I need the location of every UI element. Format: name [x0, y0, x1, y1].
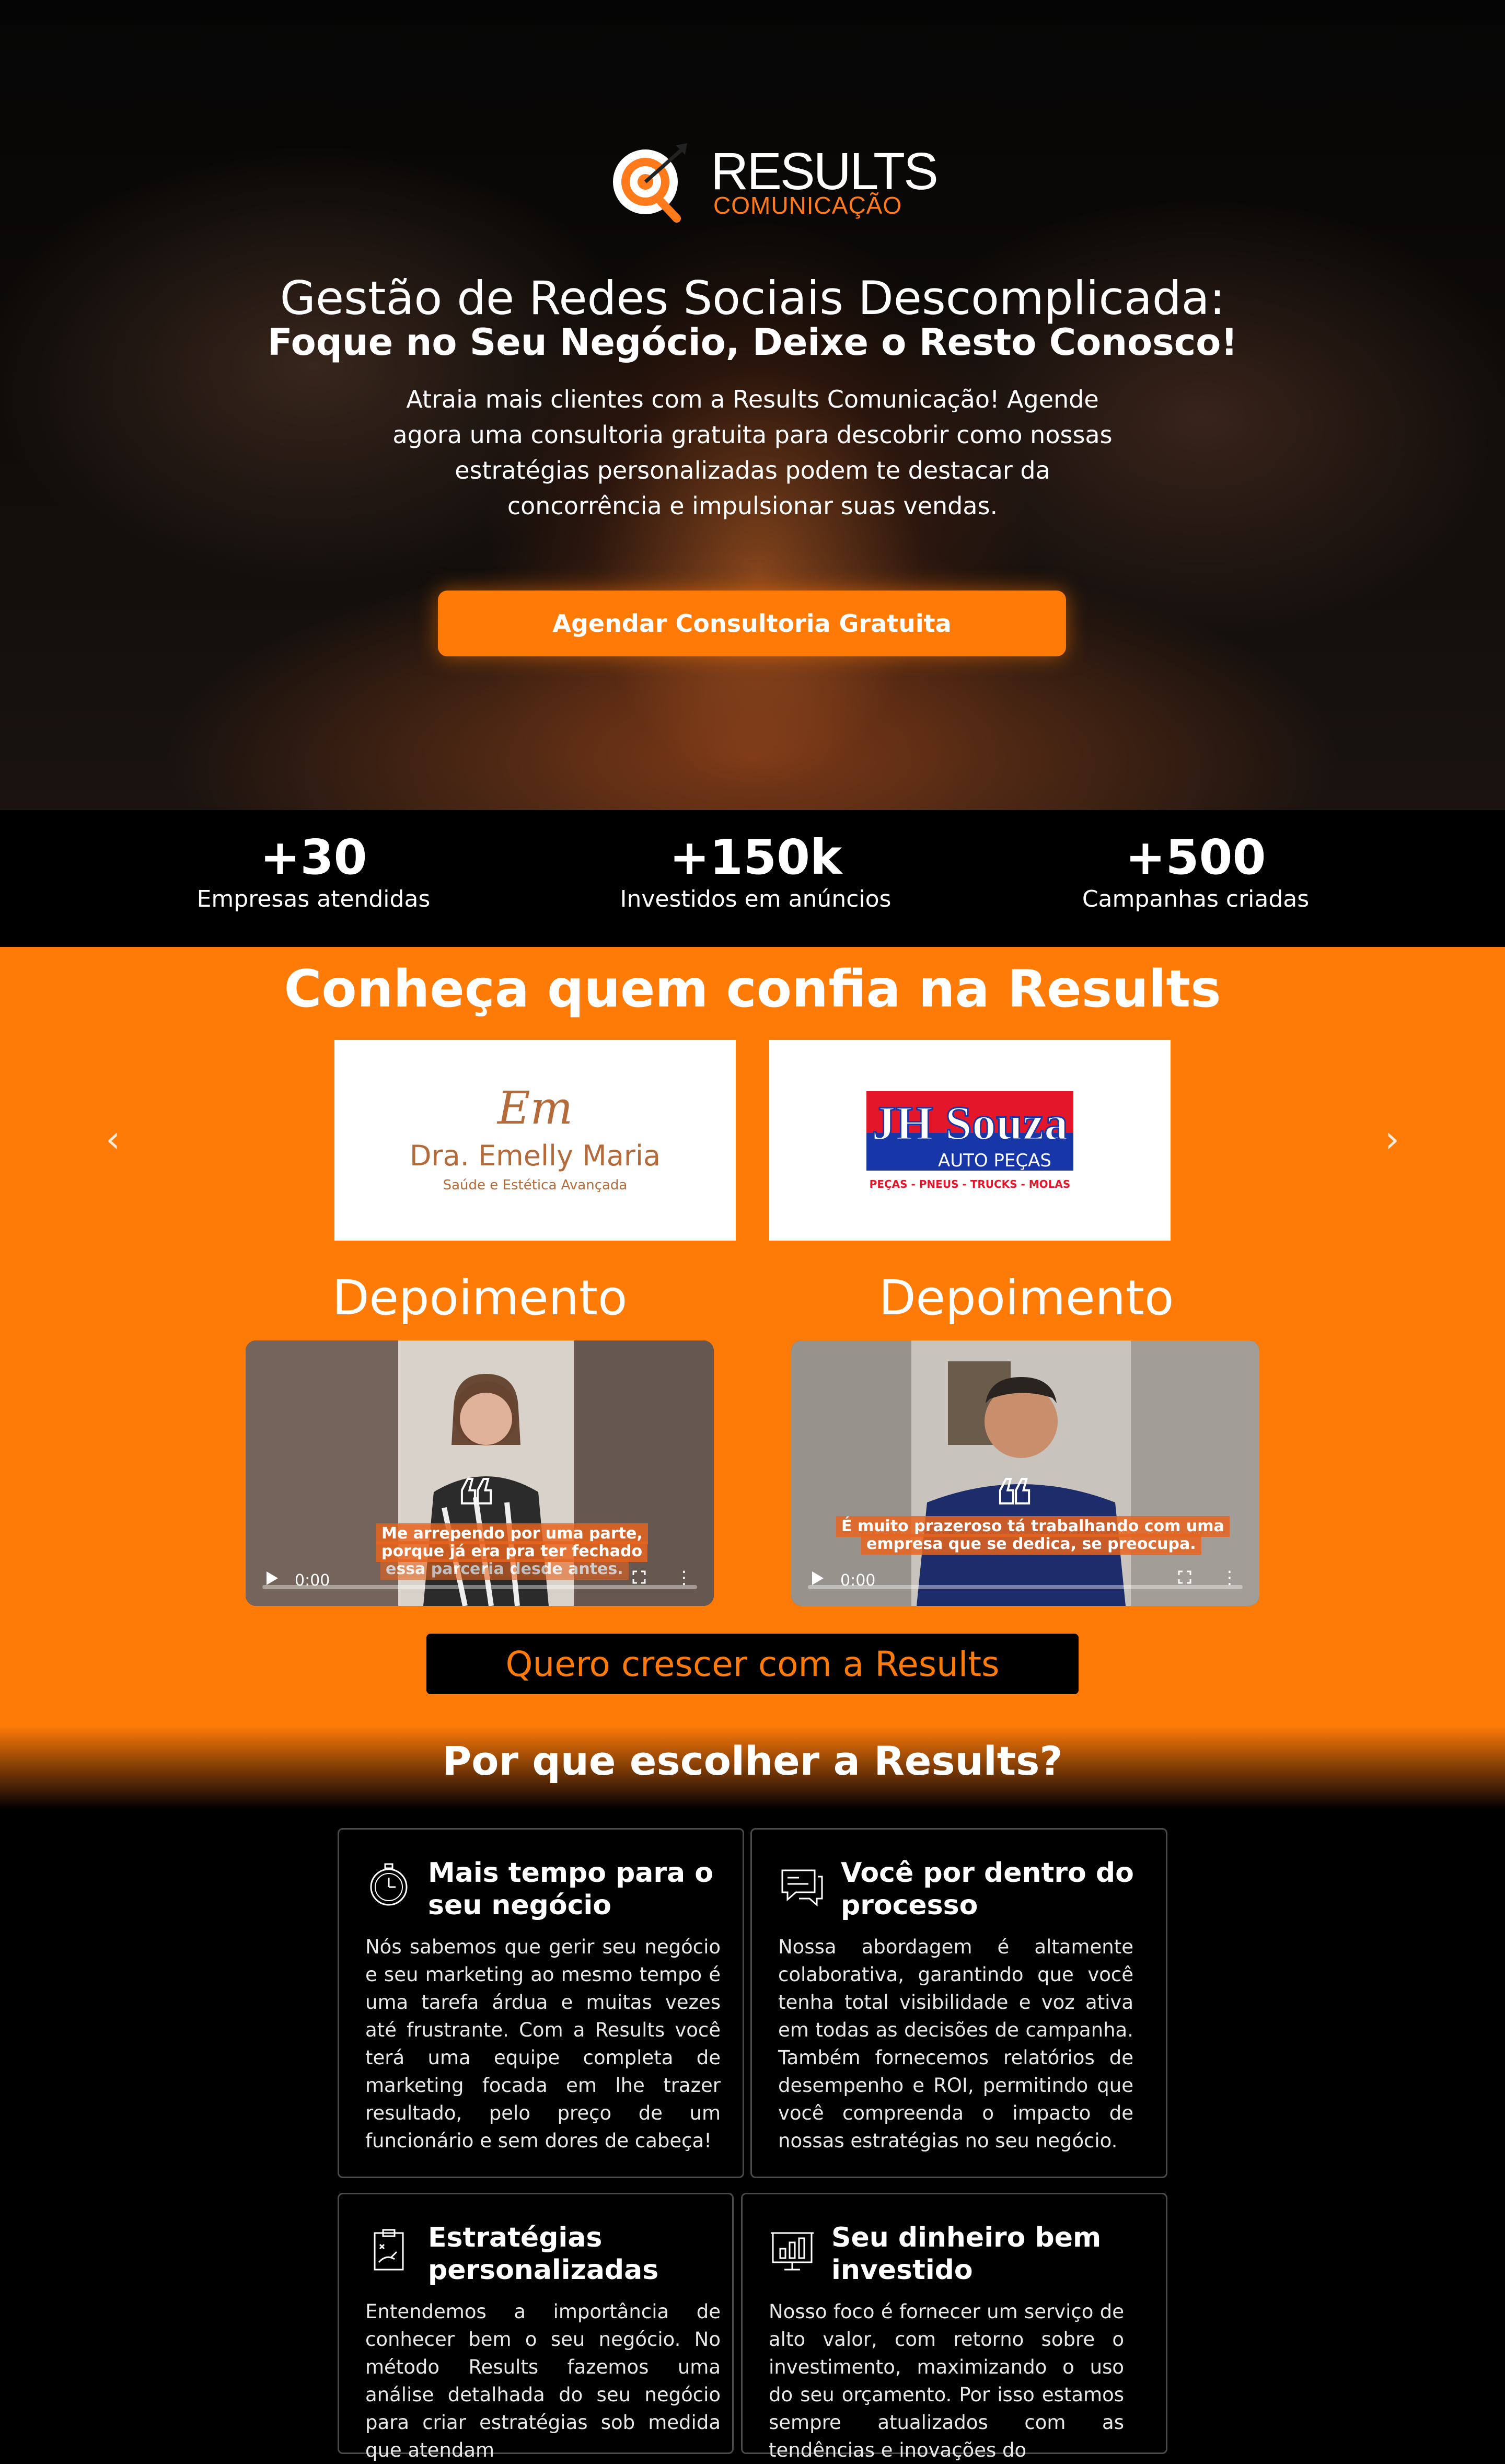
testimonial-video-1[interactable]: ❝ Me arrependo por uma parte, porque já … [246, 1340, 714, 1606]
logo-wordmark: RESULTS [711, 142, 939, 201]
stat-label: Campanhas criadas [1082, 886, 1310, 913]
feature-card-investment: Seu dinheiro bem investido Nosso foco é … [741, 2193, 1167, 2461]
stat-label: Empresas atendidas [196, 886, 431, 913]
fullscreen-icon[interactable] [632, 1570, 646, 1584]
feature-text: Nosso foco é fornecer um serviço de alto… [769, 2300, 1124, 2461]
schedule-consultation-button[interactable]: Agendar Consultoria Gratuita [438, 591, 1066, 656]
target-logo-icon [613, 143, 687, 223]
video-caption-line: empresa que se dedica, se preocupa. [861, 1534, 1201, 1555]
emelly-tagline: Saúde e Estética Avançada [443, 1177, 628, 1193]
feature-text: Nossa abordagem é altamente colaborativa… [778, 1936, 1133, 2152]
feature-card-strategies: Estratégias personalizadas Entendemos a … [338, 2193, 734, 2461]
stat-label: Investidos em anúncios [620, 886, 892, 913]
hero-title: Gestão de Redes Sociais Descomplicada: [280, 271, 1225, 325]
quote-icon: ❝ [455, 1465, 496, 1550]
client-logo-emelly: Em Dra. Emelly Maria Saúde e Estética Av… [334, 1040, 736, 1241]
logo-subtitle: COMUNICAÇÃO [713, 192, 902, 219]
quote-icon: ❝ [993, 1465, 1034, 1550]
feature-title: Você por dentro do processo [841, 1857, 1134, 1921]
grow-with-results-button[interactable]: Quero crescer com a Results [426, 1634, 1079, 1694]
stat-value: +150k [669, 829, 842, 885]
feature-title: Estratégias personalizadas [428, 2222, 659, 2286]
clipboard-strategy-icon [374, 2229, 404, 2271]
testimonial-title: Depoimento [878, 1270, 1174, 1326]
jhsouza-sub: AUTO PEÇAS [938, 1150, 1051, 1171]
jhsouza-logo-graphic: JH Souza AUTO PEÇAS PEÇAS - PNEUS - TRUC… [866, 1091, 1073, 1190]
video-controls: 0:00 ⋮ [791, 1559, 1259, 1606]
emelly-logo-graphic: Em Dra. Emelly Maria Saúde e Estética Av… [410, 1082, 661, 1193]
feature-title: Seu dinheiro bem investido [831, 2222, 1102, 2286]
video-progress-bar[interactable] [808, 1585, 1243, 1589]
emelly-monogram: Em [496, 1082, 573, 1135]
jhsouza-tagline: PEÇAS - PNEUS - TRUCKS - MOLAS [870, 1178, 1071, 1190]
emelly-name: Dra. Emelly Maria [410, 1139, 661, 1172]
testimonial-title: Depoimento [332, 1270, 628, 1326]
chevron-right-icon[interactable]: › [1376, 1121, 1408, 1158]
video-progress-bar[interactable] [262, 1585, 697, 1589]
clients-section [0, 947, 1505, 1726]
chevron-left-icon[interactable]: ‹ [97, 1121, 129, 1158]
hero-subtitle: Foque no Seu Negócio, Deixe o Resto Cono… [267, 321, 1238, 364]
play-icon[interactable] [265, 1570, 279, 1586]
feature-card-time: Mais tempo para o seu negócio Nós sabemo… [338, 1828, 744, 2178]
why-title: Por que escolher a Results? [442, 1738, 1063, 1784]
clients-title: Conheça quem confia na Results [284, 959, 1221, 1019]
stat-value: +500 [1125, 829, 1266, 885]
stat-ads-invested: +150k Investidos em anúncios [547, 831, 965, 913]
stat-companies: +30 Empresas atendidas [105, 831, 523, 913]
feature-text: Nós sabemos que gerir seu negócio e seu … [365, 1936, 721, 2152]
jhsouza-name: JH Souza [872, 1096, 1068, 1150]
fullscreen-icon[interactable] [1178, 1570, 1191, 1584]
play-icon[interactable] [811, 1570, 825, 1586]
feature-text: Entendemos a importância de conhecer bem… [365, 2300, 721, 2461]
feature-card-process: Você por dentro do processo Nossa aborda… [750, 1828, 1167, 2178]
feature-title: Mais tempo para o seu negócio [428, 1857, 713, 1921]
stat-value: +30 [260, 829, 367, 885]
stat-campaigns: +500 Campanhas criadas [987, 831, 1405, 913]
hero-description: Atraia mais clientes com a Results Comun… [392, 385, 1113, 520]
results-logo[interactable]: RESULTS COMUNICAÇÃO [609, 140, 939, 224]
chat-icon [781, 1869, 823, 1907]
testimonial-video-2[interactable]: ❝ É muito prazeroso tá trabalhando com u… [791, 1340, 1259, 1606]
stopwatch-icon [370, 1863, 408, 1906]
client-logo-jhsouza: JH Souza AUTO PEÇAS PEÇAS - PNEUS - TRUC… [769, 1040, 1171, 1241]
bar-chart-board-icon [771, 2232, 814, 2271]
video-controls: 0:00 ⋮ [246, 1559, 714, 1606]
hero-section: RESULTS COMUNICAÇÃO Gestão de Redes Soci… [0, 0, 1505, 810]
stats-section: +30 Empresas atendidas +150k Investidos … [0, 810, 1505, 947]
